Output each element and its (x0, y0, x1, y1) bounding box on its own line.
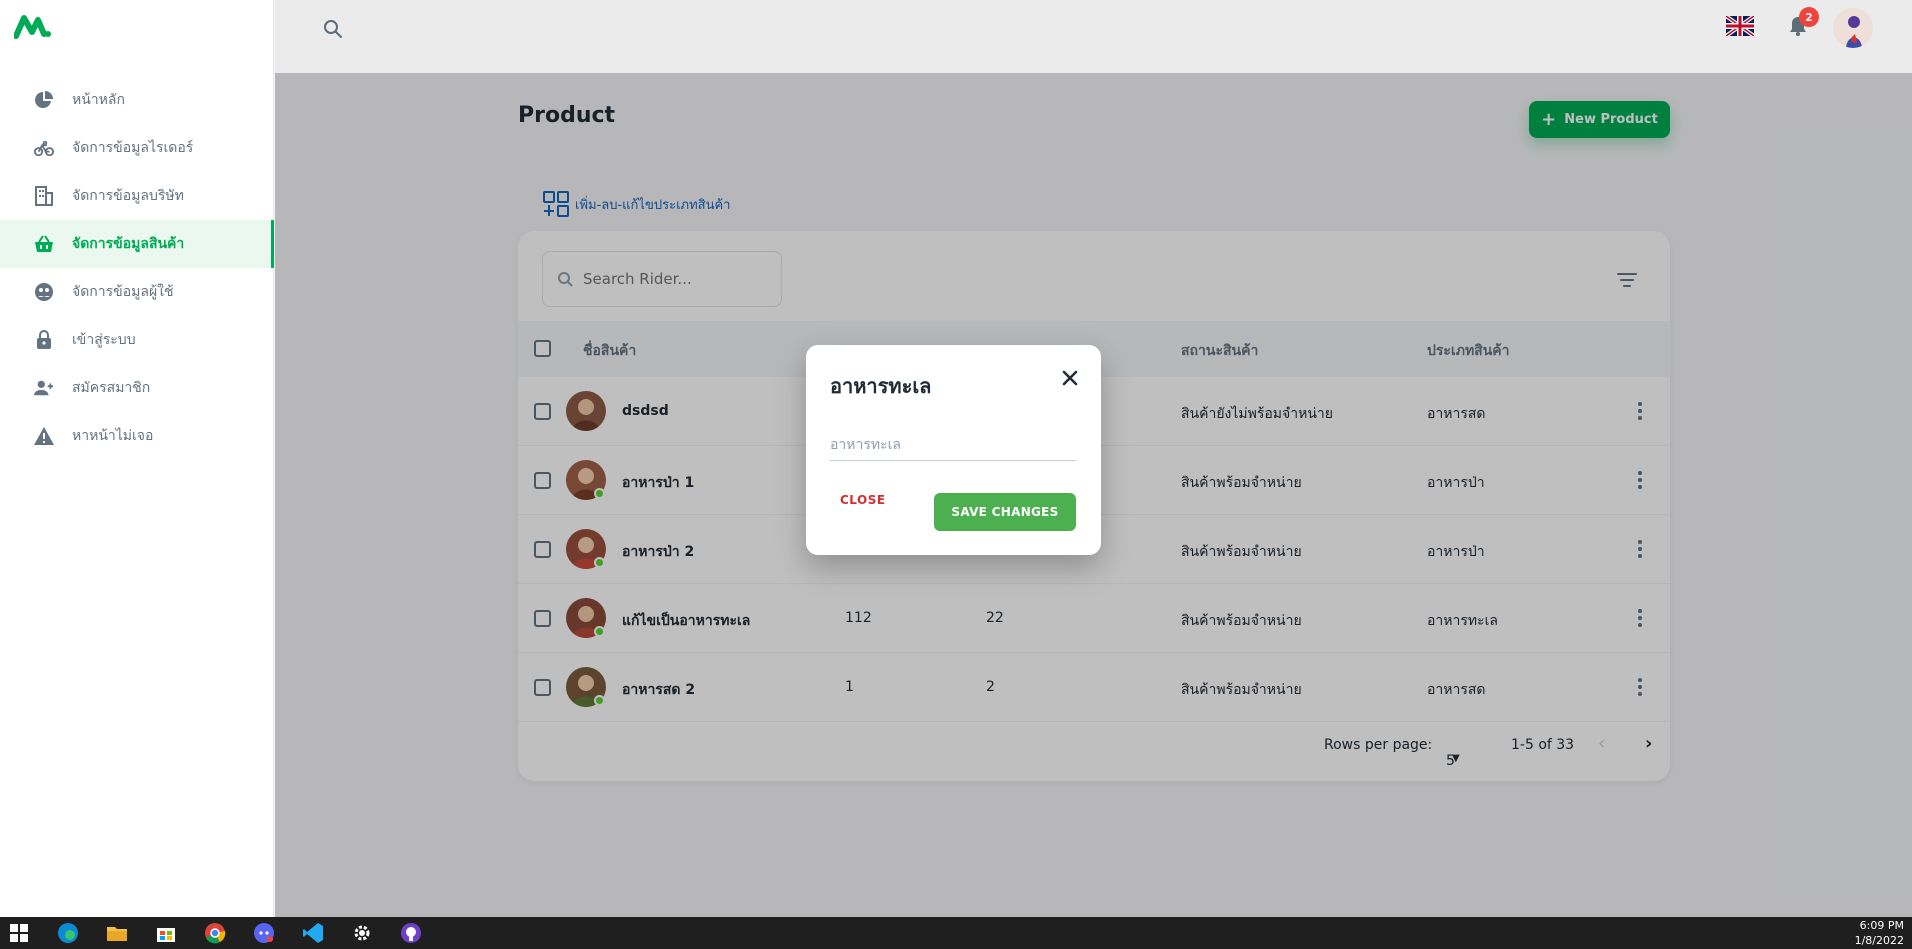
close-button[interactable]: CLOSE (840, 493, 886, 507)
github-desktop-icon[interactable] (400, 922, 422, 944)
sidebar-item-label: จัดการข้อมูลผู้ใช้ (72, 284, 174, 300)
sidebar-item-label: จัดการข้อมูลไรเดอร์ (72, 140, 194, 156)
clock-time: 6:09 PM (1859, 919, 1904, 932)
sidebar-item-not-found[interactable]: หาหน้าไม่เจอ (0, 412, 274, 460)
sidebar-item-riders[interactable]: จัดการข้อมูลไรเดอร์ (0, 124, 274, 172)
system-clock[interactable]: 6:09 PM 1/8/2022 (1855, 918, 1904, 948)
sidebar-item-label: จัดการข้อมูลสินค้า (72, 236, 185, 252)
save-changes-button[interactable]: SAVE CHANGES (934, 493, 1076, 531)
users-icon (34, 282, 54, 302)
clock-date: 1/8/2022 (1854, 934, 1904, 947)
sidebar-item-label: จัดการข้อมูลบริษัท (72, 188, 184, 204)
sidebar-item-company[interactable]: จัดการข้อมูลบริษัท (0, 172, 274, 220)
bicycle-icon (34, 138, 54, 158)
windows-start-icon[interactable] (8, 922, 30, 944)
sidebar-item-label: เข้าสู่ระบบ (72, 332, 136, 348)
dialog-title: อาหารทะเล (830, 374, 932, 398)
vscode-icon[interactable] (302, 922, 324, 944)
building-icon (34, 186, 54, 206)
sidebar: หน้าหลัก จัดการข้อมูลไรเดอร์ จัดการข้อมู… (0, 0, 274, 917)
sidebar-item-label: สมัครสมาชิก (72, 380, 151, 396)
settings-gear-icon[interactable] (351, 922, 373, 944)
file-explorer-icon[interactable] (106, 922, 128, 944)
sidebar-item-users[interactable]: จัดการข้อมูลผู้ใช้ (0, 268, 274, 316)
edit-category-dialog: อาหารทะเล CLOSE SAVE CHANGES (806, 345, 1101, 555)
sidebar-item-products[interactable]: จัดการข้อมูลสินค้า (0, 220, 274, 268)
discord-icon[interactable] (253, 922, 275, 944)
sidebar-item-login[interactable]: เข้าสู่ระบบ (0, 316, 274, 364)
sidebar-item-label: หาหน้าไม่เจอ (72, 428, 154, 444)
person-add-icon (34, 378, 54, 398)
basket-icon (34, 234, 54, 254)
sidebar-item-dashboard[interactable]: หน้าหลัก (0, 76, 274, 124)
sidebar-nav: หน้าหลัก จัดการข้อมูลไรเดอร์ จัดการข้อมู… (0, 76, 274, 460)
pie-chart-icon (34, 90, 54, 110)
os-taskbar: 6:09 PM 1/8/2022 (0, 917, 1912, 949)
logo-icon[interactable] (14, 12, 54, 40)
sidebar-item-label: หน้าหลัก (72, 92, 125, 108)
edge-browser-icon[interactable] (57, 922, 79, 944)
modal-backdrop-top (275, 0, 1912, 73)
chrome-icon[interactable] (204, 922, 226, 944)
lock-icon (34, 330, 54, 350)
close-icon[interactable] (1059, 367, 1081, 389)
sidebar-item-register[interactable]: สมัครสมาชิก (0, 364, 274, 412)
warning-icon (34, 426, 54, 446)
app-window: หน้าหลัก จัดการข้อมูลไรเดอร์ จัดการข้อมู… (0, 0, 1912, 917)
category-name-input[interactable] (830, 429, 1076, 461)
store-icon[interactable] (155, 922, 177, 944)
